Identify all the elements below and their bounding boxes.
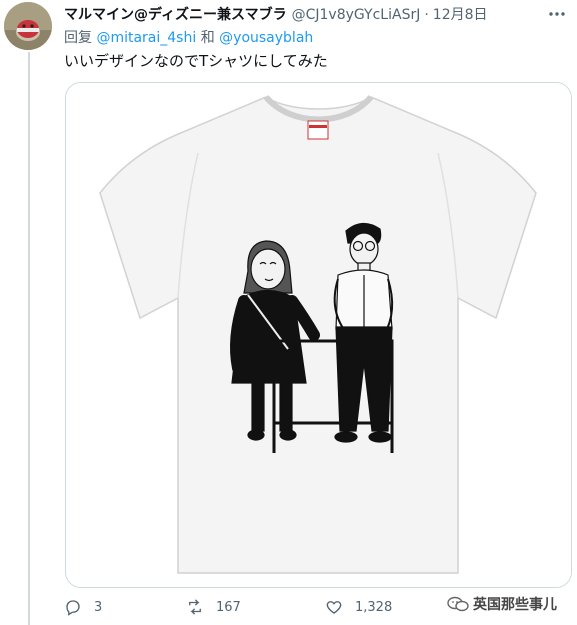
- separator-dot: ·: [424, 7, 429, 23]
- reply-mention-mitarai[interactable]: @mitarai_4shi: [96, 30, 196, 46]
- reply-button[interactable]: 3: [64, 598, 102, 616]
- more-options-icon[interactable]: [547, 4, 567, 24]
- like-button[interactable]: 1,328: [325, 598, 392, 616]
- display-name[interactable]: マルマイン@ディズニー兼スマブラ: [64, 6, 287, 24]
- user-handle[interactable]: @CJ1v8yGYcLiASrJ: [292, 6, 421, 24]
- reply-mention-yousayblah[interactable]: @yousayblah: [219, 30, 313, 46]
- tshirt-photo: [66, 83, 571, 587]
- retweet-icon: [189, 599, 201, 615]
- reply-prefix: 回复: [64, 30, 92, 46]
- retweet-count: 167: [216, 599, 241, 615]
- avatar-image: [4, 2, 52, 50]
- watermark: 英国那些事儿: [443, 592, 561, 616]
- wechat-icon: [447, 596, 469, 612]
- reply-conjunction: 和: [200, 30, 215, 46]
- heart-icon: [326, 601, 342, 614]
- shirt-tag: [307, 120, 329, 140]
- reply-icon: [66, 600, 80, 616]
- avatar[interactable]: [4, 2, 52, 50]
- retweet-button[interactable]: 167: [186, 598, 241, 616]
- tweet-text: いいデザインなのでTシャツにしてみた: [64, 52, 328, 70]
- tweet-date[interactable]: 12月8日: [433, 6, 488, 24]
- like-count: 1,328: [355, 599, 393, 615]
- tweet-media-image[interactable]: [65, 82, 572, 588]
- reply-context: 回复 @mitarai_4shi 和 @yousayblah: [64, 29, 313, 47]
- reply-count: 3: [94, 599, 103, 615]
- watermark-text: 英国那些事儿: [473, 597, 557, 613]
- thread-line: [28, 52, 30, 625]
- tweet-header: マルマイン@ディズニー兼スマブラ @CJ1v8yGYcLiASrJ · 12月8…: [64, 6, 569, 24]
